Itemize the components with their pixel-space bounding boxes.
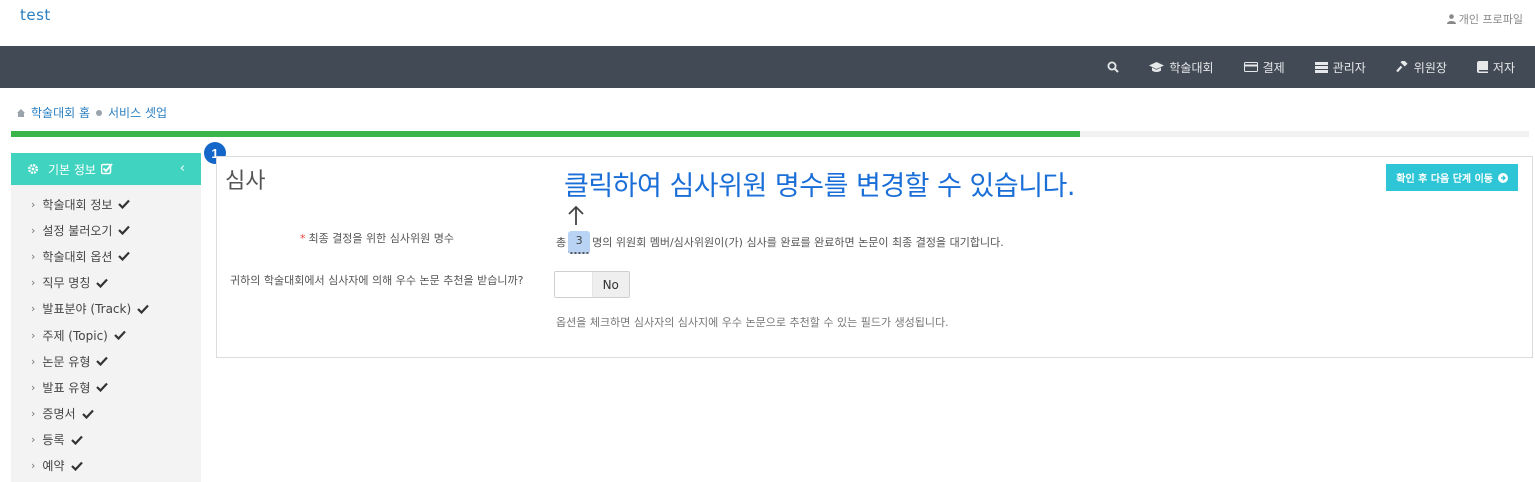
reviewer-count-suffix: 명의 위원회 멤버/심사위원이(가) 심사를 완료를 완료하면 논문이 최종 결… xyxy=(592,235,1004,249)
nav-author-label: 저자 xyxy=(1492,60,1515,75)
main-navbar: 학술대회 결제 관리자 위원장 저자 xyxy=(0,46,1535,88)
credit-card-icon xyxy=(1243,62,1258,72)
chevron-right-icon: › xyxy=(31,354,36,368)
nav-admin[interactable]: 관리자 xyxy=(1314,59,1366,76)
graduation-cap-icon xyxy=(1149,61,1165,72)
server-icon xyxy=(1314,61,1328,73)
sidebar-item[interactable]: › 논문 유형 xyxy=(11,348,201,374)
nav-author[interactable]: 저자 xyxy=(1476,59,1515,76)
reviewer-count-sentence: 총 3 명의 위원회 멤버/심사위원이(가) 심사를 완료를 완료하면 논문이 … xyxy=(556,230,1004,254)
confirm-next-button[interactable]: 확인 후 다음 단계 이동 xyxy=(1386,164,1518,191)
check-icon xyxy=(81,409,94,419)
profile-link[interactable]: 개인 프로파일 xyxy=(1446,11,1523,27)
sidebar-item-label: 예약 xyxy=(42,459,65,474)
sidebar-item[interactable]: › 학술대회 정보 xyxy=(11,191,201,217)
setup-progress-fill xyxy=(11,131,1080,137)
brand-logo[interactable]: test xyxy=(20,6,51,24)
chevron-right-icon: › xyxy=(31,328,36,342)
check-square-icon xyxy=(100,163,113,175)
sidebar-item-label: 발표 유형 xyxy=(42,380,91,395)
setup-sidebar: 기본 정보 ‹ › 학술대회 정보 › 설정 불러오기 › 학술대회 옵션 › 직무 명칭 › 발… xyxy=(11,153,201,482)
check-icon xyxy=(96,356,109,367)
gavel-icon xyxy=(1395,61,1408,73)
check-icon xyxy=(96,383,109,393)
reviewer-count-prefix: 총 xyxy=(556,235,567,249)
reviewer-count-editable[interactable]: 3 xyxy=(568,231,591,254)
sidebar-header[interactable]: 기본 정보 ‹ xyxy=(11,153,201,185)
arrow-up-icon xyxy=(568,205,584,225)
check-icon xyxy=(70,461,83,471)
check-icon xyxy=(96,278,109,288)
sidebar-item-label: 논문 유형 xyxy=(42,354,91,369)
sidebar-item[interactable]: › 학술대회 옵션 xyxy=(11,243,201,269)
sidebar-header-label: 기본 정보 xyxy=(48,162,96,177)
check-icon xyxy=(70,435,83,445)
best-paper-help-text: 옵션을 체크하면 심사자의 심사지에 우수 논문으로 추천할 수 있는 필드가 … xyxy=(556,316,949,329)
chevron-right-icon: › xyxy=(31,249,36,263)
chevron-right-icon: › xyxy=(31,433,36,447)
nav-search[interactable] xyxy=(1107,61,1120,73)
sidebar-item-label: 주제 (Topic) xyxy=(42,328,108,343)
sidebar-item-label: 증명서 xyxy=(42,407,76,422)
sidebar-item[interactable]: › 주제 (Topic) xyxy=(11,322,201,348)
sidebar-item-label: 설정 불러오기 xyxy=(42,223,113,238)
chevron-right-icon: › xyxy=(31,276,36,290)
chevron-right-icon: › xyxy=(31,223,36,237)
sidebar-item[interactable]: › 발표분야 (Track) xyxy=(11,296,201,322)
toggle-knob xyxy=(555,272,593,297)
profile-label: 개인 프로파일 xyxy=(1458,13,1523,26)
sidebar-item[interactable]: › 증명서 xyxy=(11,401,201,427)
chevron-right-icon: › xyxy=(31,459,36,473)
nav-chair[interactable]: 위원장 xyxy=(1395,59,1447,76)
nav-payment[interactable]: 결제 xyxy=(1243,59,1285,76)
nav-chair-label: 위원장 xyxy=(1413,60,1447,75)
chevron-right-icon: › xyxy=(31,380,36,394)
sidebar-item[interactable]: › 발표 유형 xyxy=(11,374,201,400)
sidebar-menu: › 학술대회 정보 › 설정 불러오기 › 학술대회 옵션 › 직무 명칭 › 발표분야 (Tra… xyxy=(11,185,201,479)
confirm-next-label: 확인 후 다음 단계 이동 xyxy=(1396,174,1493,185)
required-marker: * xyxy=(299,232,306,245)
chevron-right-icon: › xyxy=(31,302,36,316)
breadcrumb-separator xyxy=(96,109,103,116)
sidebar-item-label: 학술대회 정보 xyxy=(42,197,113,212)
breadcrumb: 학술대회 홈 서비스 셋업 xyxy=(17,104,167,121)
best-paper-toggle[interactable]: No xyxy=(554,271,630,298)
toggle-state-label: No xyxy=(592,272,629,297)
search-icon xyxy=(1107,61,1120,73)
top-bar: test 개인 프로파일 xyxy=(0,0,1535,46)
best-paper-label: 귀하의 학술대회에서 심사자에 의해 우수 논문 추천을 받습니까? xyxy=(230,274,524,287)
sidebar-item[interactable]: › 등록 xyxy=(11,427,201,453)
sidebar-item[interactable]: › 예약 xyxy=(11,453,201,479)
collapse-chevron-icon[interactable]: ‹ xyxy=(180,161,185,176)
callout-annotation: 클릭하여 심사위원 명수를 변경할 수 있습니다. xyxy=(564,171,1075,202)
sidebar-item[interactable]: › 설정 불러오기 xyxy=(11,217,201,243)
chevron-right-icon: › xyxy=(31,407,36,421)
user-icon xyxy=(1446,14,1456,24)
check-icon xyxy=(137,304,149,314)
sidebar-item-label: 직무 명칭 xyxy=(42,276,91,291)
gear-icon xyxy=(28,164,38,174)
check-icon xyxy=(118,252,131,262)
chevron-right-icon: › xyxy=(31,197,36,211)
check-icon xyxy=(118,226,131,236)
arrow-circle-right-icon xyxy=(1498,172,1508,183)
nav-conference[interactable]: 학술대회 xyxy=(1149,59,1214,76)
nav-admin-label: 관리자 xyxy=(1332,60,1366,75)
sidebar-item-label: 등록 xyxy=(42,433,65,448)
book-icon xyxy=(1476,61,1488,73)
page-title: 심사 xyxy=(225,169,266,194)
sidebar-item-label: 학술대회 옵션 xyxy=(42,249,113,264)
sidebar-item[interactable]: › 직무 명칭 xyxy=(11,270,201,296)
breadcrumb-current[interactable]: 서비스 셋업 xyxy=(108,104,167,121)
check-icon xyxy=(114,330,126,341)
breadcrumb-home[interactable]: 학술대회 홈 xyxy=(31,104,90,121)
setup-progress-bar xyxy=(11,131,1529,137)
nav-payment-label: 결제 xyxy=(1262,60,1285,75)
check-icon xyxy=(118,199,131,210)
reviewer-count-label: * 최종 결정을 위한 심사위원 명수 xyxy=(299,232,454,245)
nav-conference-label: 학술대회 xyxy=(1169,60,1214,75)
home-icon xyxy=(17,108,25,117)
sidebar-item-label: 발표분야 (Track) xyxy=(42,302,132,317)
